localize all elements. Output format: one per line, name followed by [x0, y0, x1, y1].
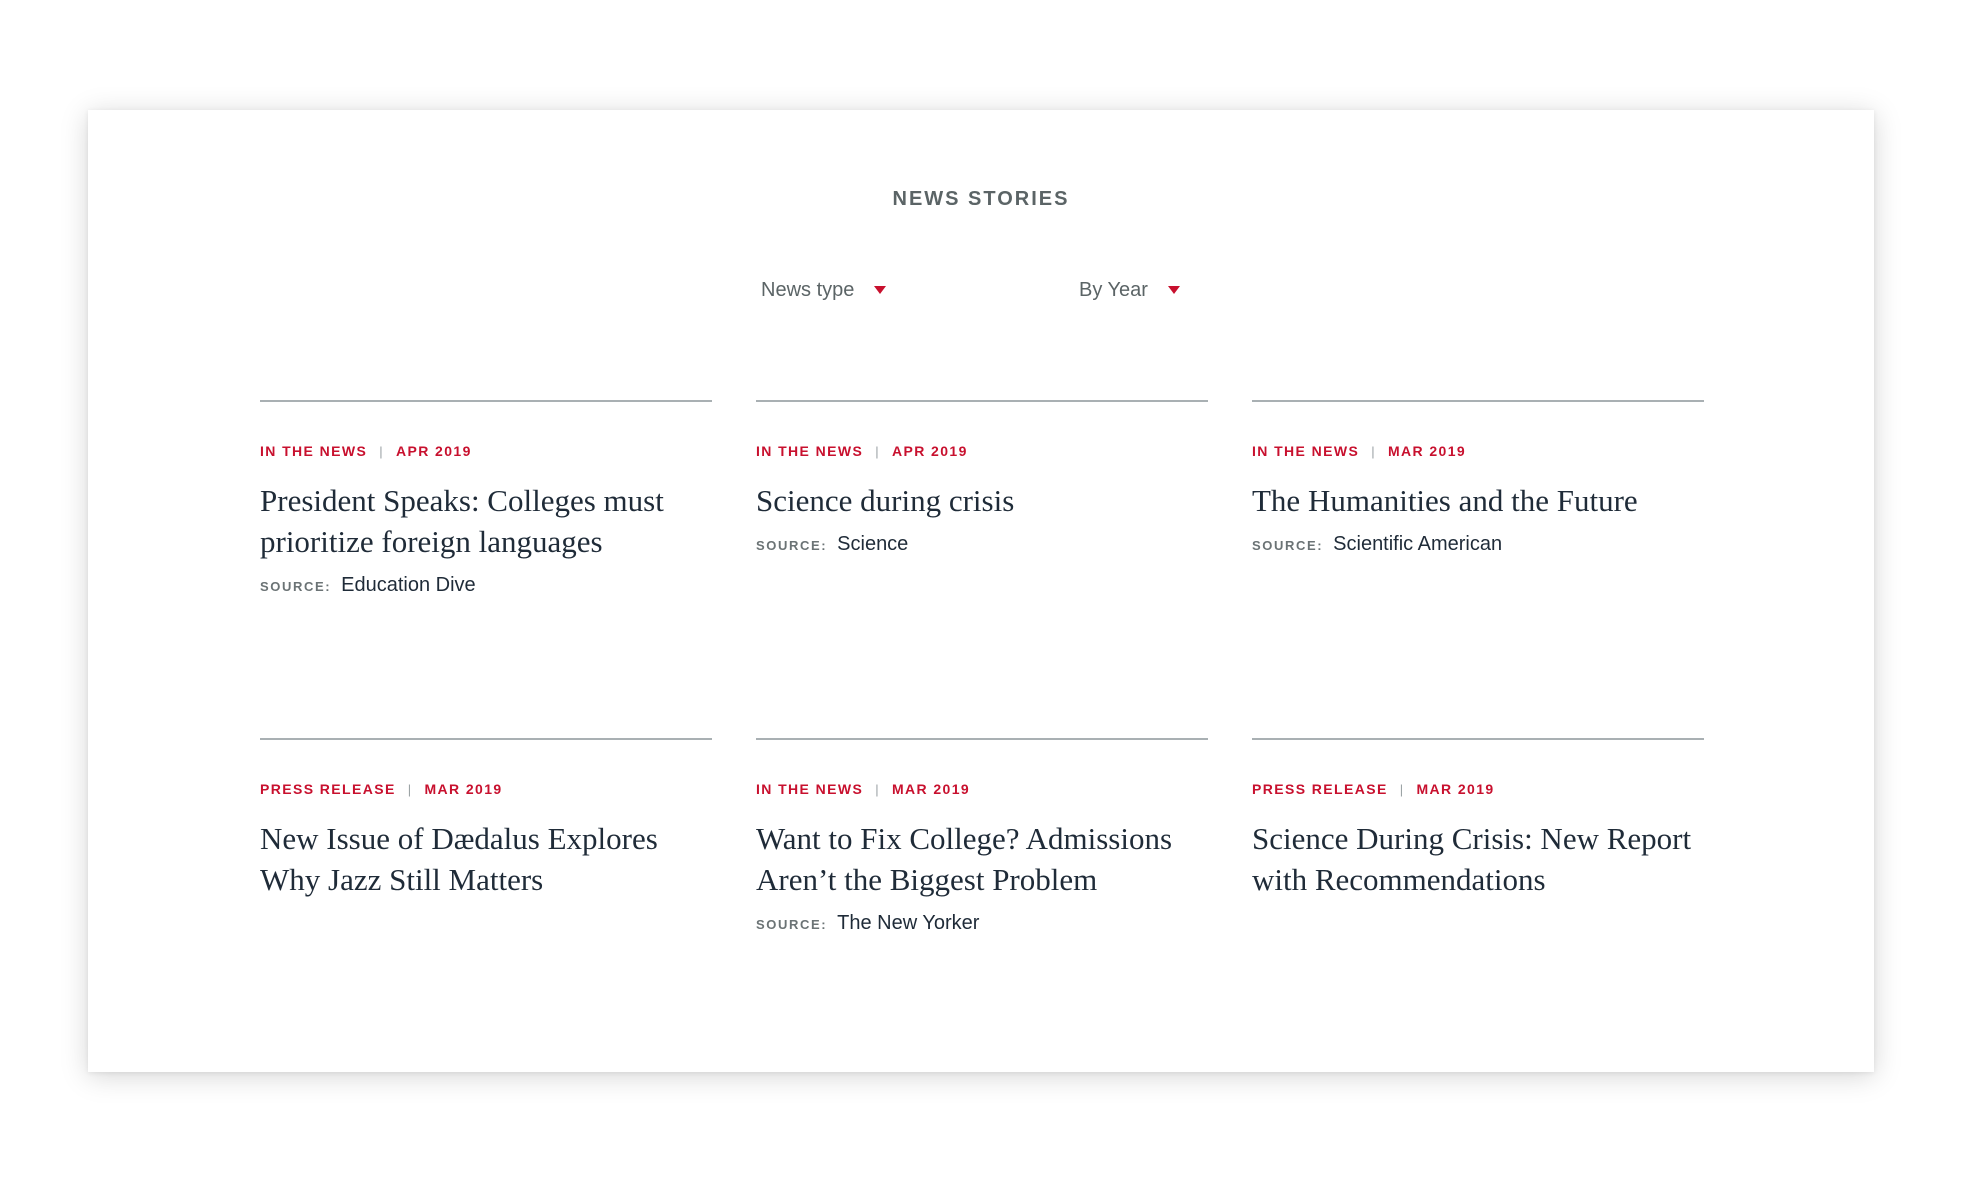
section-title: NEWS STORIES	[892, 188, 1070, 210]
meta-divider: |	[875, 781, 880, 797]
story-headline[interactable]: Science during crisis	[756, 480, 1208, 521]
story-headline[interactable]: Want to Fix College? Admissions Aren’t t…	[756, 818, 1208, 900]
story-meta: IN THE NEWS | MAR 2019	[756, 780, 1208, 798]
story-card: IN THE NEWS | APR 2019 Science during cr…	[756, 400, 1208, 738]
story-type[interactable]: IN THE NEWS	[756, 781, 863, 797]
source-label: SOURCE:	[756, 538, 828, 553]
story-source: SOURCE: Scientific American	[1252, 533, 1704, 556]
story-meta: IN THE NEWS | APR 2019	[260, 442, 712, 460]
story-source: SOURCE: Education Dive	[260, 574, 712, 597]
story-type[interactable]: PRESS RELEASE	[260, 781, 396, 797]
story-source: SOURCE: Science	[756, 533, 1208, 556]
by-year-dropdown[interactable]: By Year	[1079, 272, 1180, 308]
story-meta: PRESS RELEASE | MAR 2019	[260, 780, 712, 798]
story-source: SOURCE: The New Yorker	[756, 912, 1208, 935]
news-type-label: News type	[761, 278, 855, 301]
news-type-dropdown[interactable]: News type	[761, 272, 887, 308]
story-headline[interactable]: The Humanities and the Future	[1252, 480, 1704, 521]
caret-down-icon	[874, 286, 887, 294]
source-name[interactable]: Scientific American	[1333, 533, 1502, 556]
story-meta: IN THE NEWS | APR 2019	[756, 442, 1208, 460]
filter-bar: News type By Year	[88, 272, 1874, 308]
source-label: SOURCE:	[260, 579, 332, 594]
story-card: PRESS RELEASE | MAR 2019 New Issue of Dæ…	[260, 738, 712, 1038]
story-headline[interactable]: President Speaks: Colleges must prioriti…	[260, 480, 712, 562]
source-label: SOURCE:	[1252, 538, 1324, 553]
source-name[interactable]: The New Yorker	[837, 912, 979, 935]
story-type[interactable]: PRESS RELEASE	[1252, 781, 1388, 797]
source-name[interactable]: Science	[837, 533, 908, 556]
source-name[interactable]: Education Dive	[341, 574, 476, 597]
story-date: APR 2019	[395, 443, 472, 459]
story-date: APR 2019	[891, 443, 968, 459]
story-type[interactable]: IN THE NEWS	[260, 443, 367, 459]
story-meta: PRESS RELEASE | MAR 2019	[1252, 780, 1704, 798]
meta-divider: |	[875, 443, 880, 459]
meta-divider: |	[1371, 443, 1376, 459]
meta-divider: |	[1399, 781, 1405, 797]
story-card: PRESS RELEASE | MAR 2019 Science During …	[1252, 738, 1704, 1038]
by-year-label: By Year	[1079, 278, 1148, 301]
story-date: MAR 2019	[1387, 443, 1467, 459]
story-headline[interactable]: New Issue of Dædalus Explores Why Jazz S…	[260, 818, 712, 900]
stories-grid: IN THE NEWS | APR 2019 President Speaks:…	[260, 400, 1704, 1038]
story-date: MAR 2019	[424, 781, 503, 797]
story-type[interactable]: IN THE NEWS	[1252, 443, 1359, 459]
story-card: IN THE NEWS | APR 2019 President Speaks:…	[260, 400, 712, 738]
story-date: MAR 2019	[891, 781, 971, 797]
story-date: MAR 2019	[1416, 781, 1495, 797]
news-stories-card: NEWS STORIES News type By Year IN THE NE…	[88, 110, 1874, 1072]
story-headline[interactable]: Science During Crisis: New Report with R…	[1252, 818, 1704, 900]
story-card: IN THE NEWS | MAR 2019 Want to Fix Colle…	[756, 738, 1208, 1038]
caret-down-icon	[1167, 286, 1180, 294]
story-card: IN THE NEWS | MAR 2019 The Humanities an…	[1252, 400, 1704, 738]
story-meta: IN THE NEWS | MAR 2019	[1252, 442, 1704, 460]
story-type[interactable]: IN THE NEWS	[756, 443, 863, 459]
meta-divider: |	[379, 443, 384, 459]
meta-divider: |	[407, 781, 413, 797]
source-label: SOURCE:	[756, 917, 828, 932]
